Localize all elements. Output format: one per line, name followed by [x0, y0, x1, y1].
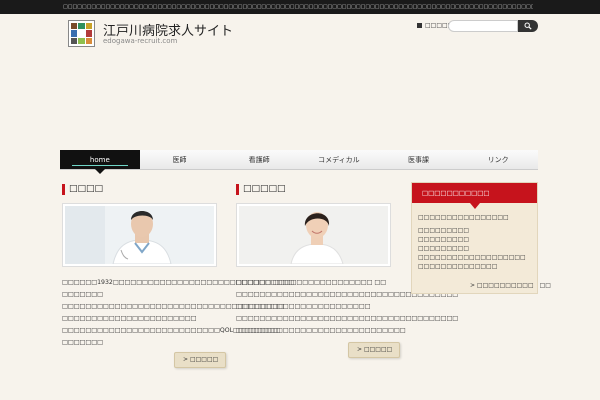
- site-url: edogawa-recruit.com: [103, 37, 178, 45]
- text-line: □□□□□□□□□□□□□□□□□□□□□□□□□□□□□□□□□□□□□□: [236, 315, 459, 322]
- sidebar-link[interactable]: □□□□□□□□□: [418, 227, 469, 234]
- text-line: □□□□□□□: [62, 339, 103, 346]
- more-button[interactable]: > □□□□□: [174, 352, 227, 368]
- nav-item-nurse[interactable]: 看護師: [219, 150, 299, 169]
- sidebar-more-link[interactable]: > □□□□□□□□□□ □□: [470, 280, 551, 289]
- title-accent-bar: [62, 183, 65, 195]
- top-bar: □□□□□□□□□□□□□□□□□□□□□□□□□□□□□□□□□□□□□□□□…: [0, 0, 600, 14]
- text-line: □□□□□□□□□□□□□□□□□□□□□□□□□□□□□□□□□□□□□□: [62, 303, 285, 310]
- section-title-text: □□□□: [69, 184, 104, 194]
- text-line: □□□□□□ □□□□□□□□□□□□□□□□□ □□: [236, 279, 387, 286]
- text-line: □□□□□□□□□□□□□□□□□□□□□□□□□□□□□: [236, 327, 406, 334]
- title-accent-bar: [236, 183, 239, 195]
- text-line: □□□□□□1932□□□□□□□□□□□□□□□□□□□□□□□□□□□□□□…: [62, 279, 295, 286]
- site-logo[interactable]: [68, 20, 95, 47]
- sidebar-link[interactable]: □□□□□□□□□: [418, 245, 469, 252]
- sidebar-link[interactable]: □□□□□□□□□□□□□□: [418, 263, 497, 270]
- text-line: □□□□□□□□□□□□□□□□□□□□□□□□□□□QOL□□□□□□□□: [62, 327, 280, 334]
- nurse-photo: [236, 203, 391, 267]
- text-line: □□□□□□□□□□□□□□□□□□□□□□□: [62, 315, 197, 322]
- more-label: □□□□□: [363, 346, 393, 353]
- nurse-illustration: [239, 206, 388, 264]
- nav-item-medical-office[interactable]: 医事課: [379, 150, 459, 169]
- content-column-1: □□□□ □□□□□□1932□□□□□□□□□□□□□□□□□□□□□□□□□…: [62, 183, 295, 349]
- section-title: □□□□: [62, 183, 217, 195]
- sidebar-text: □□□□□□□□□□□□□□□□: [418, 214, 509, 221]
- nav-label: 看護師: [248, 156, 270, 164]
- bullet-icon: [417, 23, 422, 28]
- sidebar-link[interactable]: □□□□□□□□□: [418, 236, 469, 243]
- nav-label: home: [89, 156, 110, 164]
- more-button[interactable]: > □□□□□: [348, 342, 401, 358]
- text-line: □□□□□□□□□□□□□□□□□□□□□□□□□□□□□□□□□□□□□□: [236, 291, 459, 298]
- doctor-illustration: [65, 206, 214, 264]
- chevron-right-icon: >: [183, 356, 190, 363]
- section-title: □□□□□: [236, 183, 391, 195]
- nav-item-doctor[interactable]: 医師: [140, 150, 220, 169]
- nav-label: 医事課: [408, 156, 430, 164]
- sidebar-widget: □□□□□□□□□□□ □□□□□□□□□□□□□□□□ □□□□□□□□□ □…: [411, 182, 551, 294]
- sidebar-link[interactable]: □□□□□□□□□□□□□□□□□□□: [418, 254, 526, 261]
- text-line: □□□□□□□□□□□□□□□□□□□□□□□: [236, 303, 371, 310]
- doctor-photo: [62, 203, 217, 267]
- top-bar-text: □□□□□□□□□□□□□□□□□□□□□□□□□□□□□□□□□□□□□□□□…: [63, 4, 533, 10]
- nav-item-home[interactable]: home: [60, 150, 140, 174]
- text-line: □□□□□□□: [62, 291, 103, 298]
- nav-item-comedical[interactable]: コメディカル: [299, 150, 379, 169]
- nav-item-links[interactable]: リンク: [458, 150, 538, 169]
- chevron-right-icon: >: [357, 346, 364, 353]
- section-title-text: □□□□□: [243, 184, 286, 194]
- active-underline: [72, 165, 128, 166]
- nav-label: コメディカル: [318, 156, 360, 164]
- content-column-2: □□□□□ □□□□□□ □□□□□□□□□□□□□□□□□ □□ □□□□□□…: [236, 183, 459, 337]
- search-icon: [524, 22, 532, 30]
- more-label: □□□□□: [189, 356, 219, 363]
- nav-label: 医師: [172, 156, 187, 164]
- nav-label: リンク: [487, 156, 509, 164]
- main-nav: home 医師 看護師 コメディカル 医事課 リンク: [60, 150, 538, 174]
- search-button[interactable]: [518, 20, 538, 32]
- sidebar-title: □□□□□□□□□□□: [412, 183, 537, 209]
- nurse-text: □□□□□□ □□□□□□□□□□□□□□□□□ □□ □□□□□□□□□□□□…: [236, 277, 459, 337]
- search-input[interactable]: [448, 20, 518, 32]
- intro-text: □□□□□□1932□□□□□□□□□□□□□□□□□□□□□□□□□□□□□□…: [62, 277, 295, 349]
